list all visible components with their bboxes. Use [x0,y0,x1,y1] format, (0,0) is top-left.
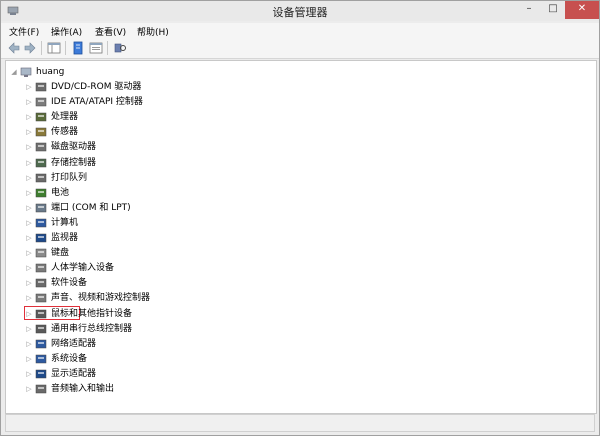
tree-node-label: 电池 [51,187,70,198]
tree-root-label: huang [36,67,65,77]
monitor-icon [35,233,47,243]
title-bar[interactable]: 设备管理器 – □ ✕ [1,1,599,21]
expand-arrow-icon[interactable]: ▷ [25,95,33,109]
expand-arrow-icon[interactable]: ▷ [25,140,33,154]
processor-icon [35,112,47,122]
menu-bar: 文件(F) 操作(A) 查看(V) 帮助(H) [1,23,599,38]
tree-node-label: 鼠标和其他指针设备 [51,308,133,319]
expand-arrow-icon[interactable]: ▷ [25,322,33,336]
window-title: 设备管理器 [272,6,328,19]
tree-node-label: 打印队列 [51,172,88,183]
collapse-arrow-icon[interactable]: ◢ [10,65,18,79]
ide-controller-icon [35,97,47,107]
storage-controller-icon [35,158,47,167]
help-icon[interactable] [89,41,103,55]
toolbar-separator [65,41,66,55]
menu-view[interactable]: 查看(V) [95,25,126,38]
sensor-icon [35,128,47,137]
tree-node-label: 通用串行总线控制器 [51,323,133,334]
toolbar-separator [41,41,42,55]
tree-node-label: 网络适配器 [51,338,97,349]
print-queue-icon [35,173,47,182]
menu-help[interactable]: 帮助(H) [137,25,169,38]
expand-arrow-icon[interactable]: ▷ [25,110,33,124]
expand-arrow-icon[interactable]: ▷ [25,291,33,305]
usb-icon [35,324,47,333]
expand-arrow-icon[interactable]: ▷ [25,337,33,351]
tree-node-label: 键盘 [51,248,70,259]
tree-node-label: 磁盘驱动器 [51,142,97,153]
scan-hardware-icon[interactable] [113,41,127,55]
keyboard-icon [35,248,47,258]
tree-node-label: 端口 (COM 和 LPT) [51,202,131,213]
expand-arrow-icon[interactable]: ▷ [25,246,33,260]
expand-arrow-icon[interactable]: ▷ [25,307,33,321]
tree-node-label: IDE ATA/ATAPI 控制器 [51,97,143,108]
port-icon [35,203,47,213]
tree-node-label: 处理器 [51,112,79,123]
tree-node-label: 系统设备 [51,353,88,364]
expand-arrow-icon[interactable]: ▷ [25,171,33,185]
expand-arrow-icon[interactable]: ▷ [25,276,33,290]
battery-icon [35,188,47,197]
network-adapter-icon [35,339,47,348]
back-arrow-icon[interactable] [7,41,21,55]
menu-action[interactable]: 操作(A) [51,25,82,38]
maximize-button[interactable]: □ [542,1,564,19]
expand-arrow-icon[interactable]: ▷ [25,352,33,366]
tree-node-label: DVD/CD-ROM 驱动器 [51,82,142,92]
show-hide-console-tree-icon[interactable] [47,41,61,55]
dvd-drive-icon [35,82,47,92]
tree-node-label: 传感器 [51,127,79,138]
forward-arrow-icon[interactable] [23,41,37,55]
tree-node-label: 软件设备 [51,278,88,289]
disk-drive-icon [35,143,47,152]
expand-arrow-icon[interactable]: ▷ [25,216,33,230]
expand-arrow-icon[interactable]: ▷ [25,261,33,275]
expand-arrow-icon[interactable]: ▷ [25,125,33,139]
properties-icon[interactable] [71,41,85,55]
device-tree[interactable]: ◢ huang ▷ DVD/CD-ROM 驱动器 ▷ IDE ATA/ATAPI 控制… [5,60,597,414]
computer-root-icon [20,67,32,77]
expand-arrow-icon[interactable]: ▷ [25,80,33,94]
display-adapter-icon [35,369,47,379]
tree-node-label: 监视器 [51,233,79,243]
system-device-icon [35,354,47,364]
status-bar [5,414,595,432]
tree-node-label: 存储控制器 [51,157,97,168]
expand-arrow-icon[interactable]: ▷ [25,367,33,381]
tree-node-label: 音频输入和输出 [51,384,115,394]
software-device-icon [35,279,47,288]
tree-node-label: 计算机 [51,217,79,228]
hid-icon [35,263,47,273]
minimize-button[interactable]: – [518,1,540,19]
tree-node-label: 人体学输入设备 [51,263,115,274]
toolbar-separator [107,41,108,55]
toolbar [1,38,599,59]
menu-file[interactable]: 文件(F) [9,25,39,38]
expand-arrow-icon[interactable]: ▷ [25,186,33,200]
expand-arrow-icon[interactable]: ▷ [25,156,33,170]
audio-io-icon [35,384,47,394]
close-button[interactable]: ✕ [565,1,599,19]
expand-arrow-icon[interactable]: ▷ [25,201,33,215]
device-manager-window: 设备管理器 – □ ✕ 文件(F) 操作(A) 查看(V) 帮助(H) ◢ hu… [0,0,600,436]
computer-icon [35,218,47,228]
tree-node-label: 声音、视频和游戏控制器 [51,293,151,304]
expand-arrow-icon[interactable]: ▷ [25,382,33,396]
sound-icon [35,294,47,303]
mouse-icon [35,309,47,318]
expand-arrow-icon[interactable]: ▷ [25,231,33,245]
tree-node-label: 显示适配器 [51,368,97,379]
